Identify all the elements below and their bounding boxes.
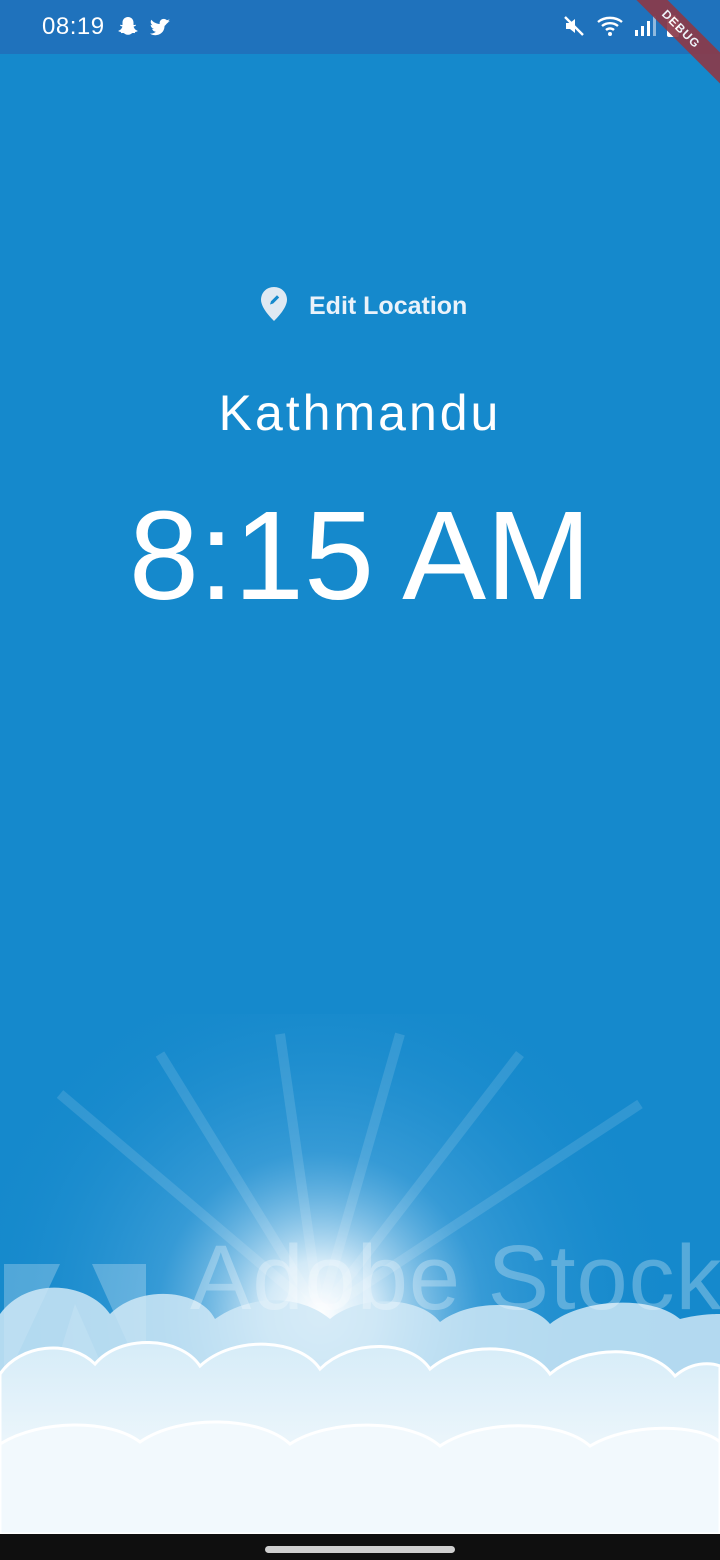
main-content: Adobe Stock Edit Location Kathmandu 8:15… — [0, 54, 720, 1534]
wifi-icon — [596, 14, 624, 43]
edit-location-button[interactable]: Edit Location — [255, 286, 471, 326]
location-edit-icon — [259, 286, 289, 327]
watermark-text: Adobe Stock — [190, 1227, 720, 1329]
edit-location-label: Edit Location — [309, 291, 468, 320]
signal-icon — [634, 14, 656, 43]
navigation-bar — [0, 1534, 720, 1560]
home-indicator[interactable] — [265, 1546, 455, 1553]
location-name: Kathmandu — [218, 385, 502, 441]
status-notification-icons — [116, 15, 172, 44]
clock-time: 8:15 AM — [128, 485, 592, 626]
status-time: 08:19 — [42, 13, 105, 40]
snapchat-icon — [116, 15, 140, 44]
status-bar: 08:19 DEBUG — [0, 0, 720, 90]
twitter-icon — [148, 15, 172, 44]
mute-icon — [562, 14, 586, 43]
